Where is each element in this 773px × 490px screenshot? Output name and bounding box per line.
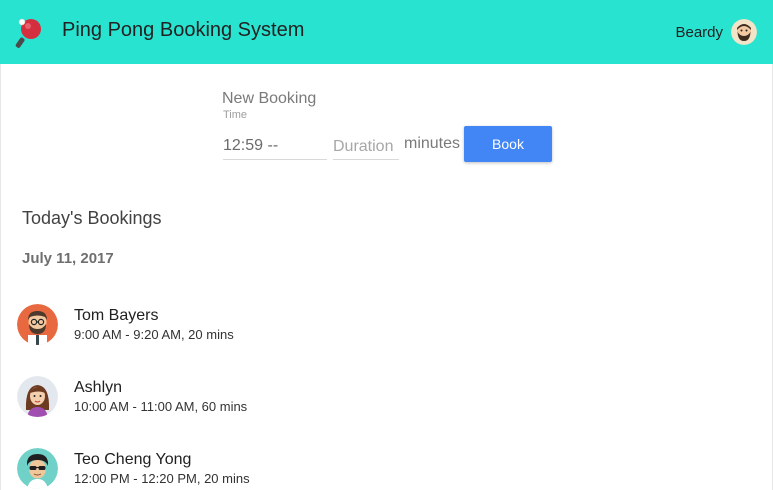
booking-time: 9:00 AM - 9:20 AM, 20 mins — [74, 327, 234, 342]
list-item[interactable]: Ashlyn 10:00 AM - 11:00 AM, 60 mins — [17, 376, 517, 418]
bearded-man-avatar-icon — [731, 19, 757, 45]
booking-name: Teo Cheng Yong — [74, 451, 192, 468]
time-input[interactable] — [223, 124, 327, 160]
time-label: Time — [223, 109, 248, 121]
ping-pong-paddle-icon[interactable] — [14, 16, 46, 48]
duration-input[interactable] — [333, 128, 399, 160]
man-sunglasses-avatar-icon — [17, 448, 58, 489]
booking-name: Ashlyn — [74, 379, 123, 396]
todays-bookings-heading: Today's Bookings — [22, 208, 162, 228]
user-menu[interactable]: Beardy — [675, 17, 757, 47]
app-title: Ping Pong Booking System — [62, 19, 305, 41]
app-bar: Ping Pong Booking System Beardy — [0, 0, 773, 64]
bearded-man-glasses-avatar-icon — [17, 304, 58, 345]
book-button[interactable]: Book — [464, 126, 552, 162]
user-name: Beardy — [675, 23, 723, 41]
new-booking-title: New Booking — [222, 90, 317, 107]
booking-time: 12:00 PM - 12:20 PM, 20 mins — [74, 471, 250, 486]
list-item[interactable]: Teo Cheng Yong 12:00 PM - 12:20 PM, 20 m… — [17, 448, 517, 490]
minutes-label: minutes — [404, 135, 461, 152]
woman-avatar-icon — [17, 376, 58, 417]
booking-date: July 11, 2017 — [22, 250, 114, 267]
booking-name: Tom Bayers — [74, 307, 159, 324]
list-item[interactable]: Tom Bayers 9:00 AM - 9:20 AM, 20 mins — [17, 304, 517, 346]
main-content: New Booking Time minutes Book Today's Bo… — [0, 64, 773, 490]
booking-time: 10:00 AM - 11:00 AM, 60 mins — [74, 399, 248, 414]
